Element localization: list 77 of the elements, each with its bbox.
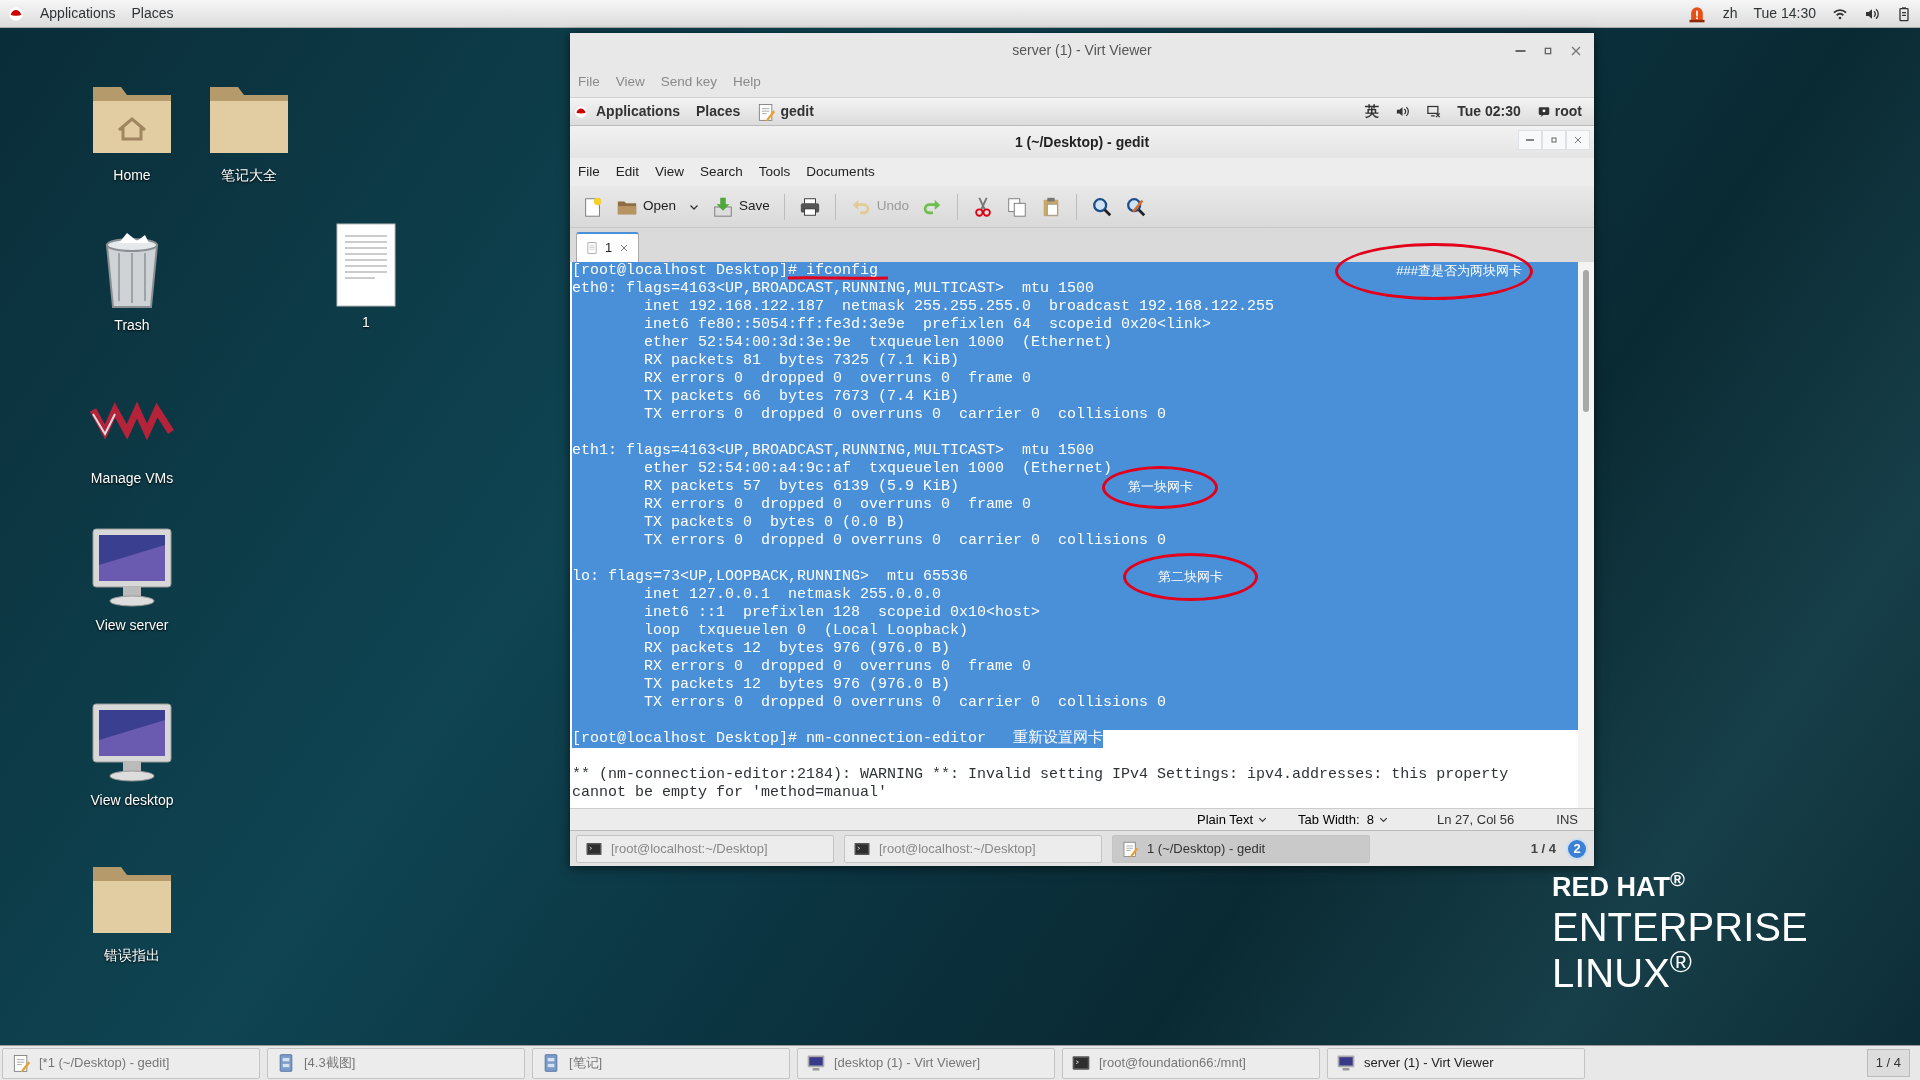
close-icon [1572,134,1584,146]
icon-label[interactable]: View desktop [90,790,174,811]
terminal-icon [1071,1053,1091,1073]
icon-label[interactable]: View server [95,615,169,636]
taskbar-item[interactable]: [*1 (~/Desktop) - gedit] [2,1047,260,1079]
dropdown-button[interactable]: Tab Width: 8 [1298,809,1389,830]
hat-icon [574,104,588,119]
save-icon [712,195,735,218]
text-line: cannot be empty for 'method=manual' [572,784,889,802]
open-button[interactable]: Open [612,193,681,220]
document-icon [585,241,599,255]
close-button[interactable] [1566,130,1590,150]
menu-button[interactable]: Places [131,3,174,24]
clock[interactable]: Tue 02:30 [1457,101,1521,122]
printer-icon [798,195,821,218]
monitor-icon [1336,1053,1356,1073]
text-line: ** (nm-connection-editor:2184): WARNING **: Invalid setting IPv4 Settings: ipv4.addresses: this property [572,766,1510,784]
taskbar-item[interactable]: [root@foundation66:/mnt] [1062,1047,1320,1079]
new-document-icon [582,195,604,218]
icon-label[interactable]: 笔记大全 [221,165,277,186]
taskbar-item[interactable]: [笔记] [532,1047,790,1079]
taskbar-item[interactable]: 1 (~/Desktop) - gedit [1112,834,1370,863]
text-editor-icon [756,101,777,122]
taskbar-item[interactable]: [4.3截图] [267,1047,525,1079]
menu-button[interactable]: Applications [40,3,116,24]
minimize-icon [1526,139,1534,141]
annotation-note: ###查是否为两块网卡 [1335,242,1533,300]
annotation-note: 第二块网卡 [1123,553,1258,601]
input-method-indicator[interactable]: zh [1722,3,1738,24]
menu-item[interactable]: Search [700,161,743,183]
menu-item[interactable]: File [578,161,600,183]
battery-icon [1896,5,1912,22]
menu-button[interactable]: Places [696,101,741,122]
menu-item[interactable]: Documents [806,161,875,183]
search-icon [1091,195,1114,218]
copy-icon [1006,195,1029,218]
window-title: server (1) - Virt Viewer [1012,40,1152,60]
text-editor-icon [1121,839,1139,858]
workspace-pager[interactable]: 1 / 4 [1530,838,1556,859]
insert-mode-indicator: INS [1556,810,1578,829]
maximize-icon [1548,134,1560,146]
logo-text: LINUX$^{®}$ [1552,953,1693,993]
menu-button[interactable]: Applications [596,101,680,122]
logo-text: RED HAT$^{®}$ [1552,874,1686,901]
dropdown-button[interactable]: Plain Text [1196,809,1269,830]
menu-item[interactable]: Tools [758,161,791,183]
taskbar-item[interactable]: [desktop (1) - Virt Viewer] [797,1047,1055,1079]
menu-item[interactable]: View [655,161,685,183]
logo-text: ENTERPRISE [1552,907,1808,947]
menu-item[interactable]: Edit [615,161,640,183]
icon-label[interactable]: 1 [362,312,370,333]
icon-label[interactable]: Home [113,165,151,186]
monitor-icon [806,1053,826,1073]
find-replace-icon [1125,195,1148,218]
icon-label[interactable]: 错误指出 [104,945,160,966]
workspace-pager[interactable]: 1 / 4 [1866,1049,1910,1077]
tab-label[interactable]: 1 [605,238,613,258]
cursor-position: Ln 27, Col 56 [1437,810,1515,829]
app-menu-button[interactable]: gedit [780,101,814,122]
save-button[interactable]: Save [708,193,774,220]
speaker-icon [1395,104,1411,119]
minimize-icon [1514,50,1526,53]
window-title: 1 (~/Desktop) - gedit [1014,132,1150,152]
user-menu-button[interactable]: root [1554,101,1582,122]
input-method-indicator[interactable]: 英 [1365,101,1380,122]
hat-icon [8,5,24,22]
icon-label[interactable]: Manage VMs [90,468,174,489]
text-editor-icon [11,1053,31,1073]
notification-badge[interactable]: 2 [1566,837,1588,860]
scrollbar-thumb[interactable] [1583,270,1589,412]
taskbar-item[interactable]: server (1) - Virt Viewer [1327,1047,1585,1079]
tab[interactable]: 1 [576,232,640,262]
icon-label[interactable]: Trash [114,315,150,336]
minimize-button[interactable] [1518,130,1542,150]
clock[interactable]: Tue 14:30 [1753,3,1816,24]
user-icon [1536,104,1551,119]
network-icon [1426,104,1442,119]
